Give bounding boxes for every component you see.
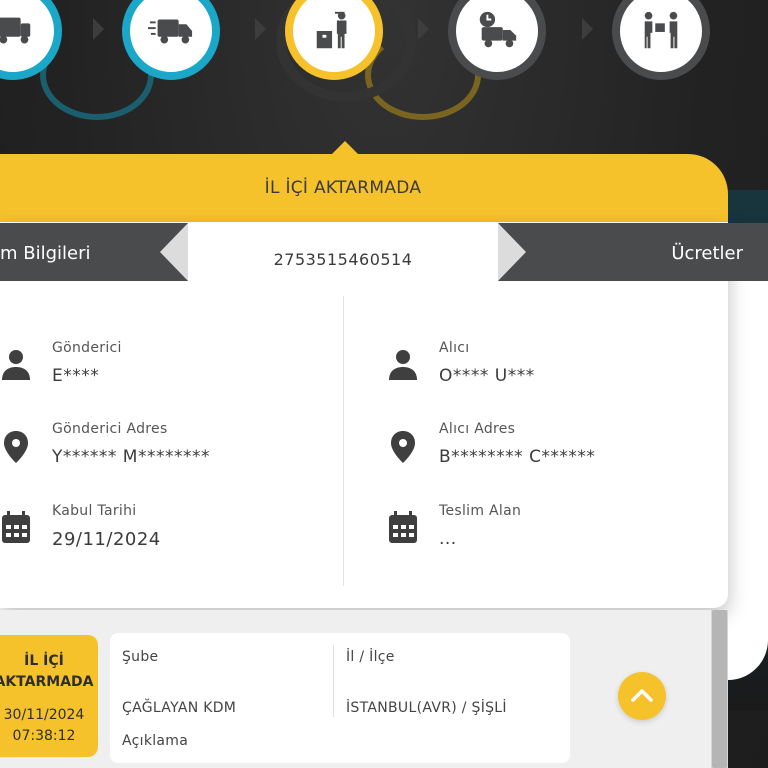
calendar-icon	[2, 511, 30, 543]
sender-address-label: Gönderici Adres	[52, 421, 168, 437]
sender-name-value: E****	[52, 366, 100, 386]
person-icon	[389, 350, 417, 380]
calendar-icon	[389, 511, 417, 543]
location-pin-icon	[4, 431, 28, 463]
movement-datetime: 30/11/2024 07:38:12	[0, 705, 98, 747]
column-divider	[343, 296, 344, 586]
movement-status-badge: İL İÇİ AKTARMADA 30/11/2024 07:38:12	[0, 635, 98, 757]
movement-scrollbar[interactable]	[711, 610, 728, 768]
tab-arrow-right-icon	[498, 223, 526, 281]
receiver-address-label: Alıcı Adres	[439, 421, 516, 437]
location-pin-icon	[391, 431, 415, 463]
scheduled-delivery-truck-icon	[479, 11, 517, 48]
status-title: İL İÇİ AKTARMADA	[264, 178, 422, 198]
tab-arrow-left-icon	[160, 223, 188, 281]
movement-date: 30/11/2024	[3, 707, 85, 723]
moving-truck-icon	[148, 19, 193, 44]
detail-divider	[333, 645, 334, 717]
movement-status-text: İL İÇİ AKTARMADA	[0, 651, 98, 693]
step-chevron-icon	[93, 18, 104, 40]
movement-status-line1: İL İÇİ	[24, 653, 64, 669]
acceptance-date-value: 29/11/2024	[52, 529, 161, 550]
receiver-address-value: B******** C******	[439, 447, 596, 467]
receiver-name-value: O**** U***	[439, 366, 535, 386]
sender-address-value: Y****** M********	[52, 447, 210, 467]
receiver-name-label: Alıcı	[439, 340, 470, 356]
movement-status-line2: AKTARMADA	[0, 674, 94, 690]
city-value: İSTANBUL(AVR) / ŞİŞLİ	[346, 700, 507, 716]
chevron-up-icon	[631, 689, 653, 702]
branch-value: ÇAĞLAYAN KDM	[122, 700, 237, 716]
step-chevron-icon	[418, 18, 429, 40]
status-pointer	[331, 141, 359, 155]
city-label: İl / İlçe	[346, 649, 395, 665]
collapse-up-button[interactable]	[618, 672, 666, 720]
tab-fees[interactable]: Ücretler	[498, 223, 768, 281]
tab-shipment-info-label: m Bilgileri	[0, 243, 91, 264]
received-by-value: ...	[439, 529, 457, 549]
branch-label: Şube	[122, 649, 159, 665]
step-chevron-icon	[255, 18, 266, 40]
received-by-label: Teslim Alan	[439, 503, 522, 519]
step-chevron-icon	[582, 18, 593, 40]
package-handover-icon	[644, 11, 678, 49]
movement-detail-card: Şube İl / İlçe ÇAĞLAYAN KDM İSTANBUL(AVR…	[110, 633, 570, 763]
acceptance-date-label: Kabul Tarihi	[52, 503, 137, 519]
truck-front-icon	[0, 17, 31, 44]
courier-with-package-icon	[316, 11, 347, 49]
movement-time: 07:38:12	[12, 728, 76, 744]
tracking-number: 2753515460514	[273, 250, 413, 269]
person-icon	[2, 350, 30, 380]
tab-shipment-info[interactable]: m Bilgileri	[0, 223, 188, 281]
sender-name-label: Gönderici	[52, 340, 122, 356]
tab-fees-label: Ücretler	[671, 243, 743, 264]
description-label: Açıklama	[122, 733, 189, 749]
scrollbar-thumb[interactable]	[712, 610, 727, 768]
